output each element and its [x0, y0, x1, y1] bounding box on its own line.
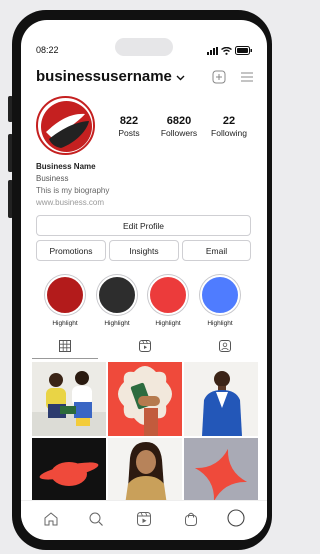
- highlight-label: Highlight: [155, 320, 181, 327]
- stat-value: 822: [119, 115, 139, 127]
- business-logo: [41, 101, 92, 152]
- chevron-down-icon[interactable]: [176, 75, 185, 81]
- grid-icon: [59, 340, 71, 352]
- profile-avatar-icon[interactable]: [227, 509, 245, 527]
- highlight-item[interactable]: Highlight: [44, 275, 86, 327]
- bottom-navigation: [21, 500, 267, 540]
- tab-reels[interactable]: [112, 340, 178, 358]
- highlight-label: Highlight: [52, 320, 78, 327]
- signal-icon: [207, 46, 218, 55]
- highlight-item[interactable]: Highlight: [96, 275, 138, 327]
- highlight-label: Highlight: [104, 320, 130, 327]
- post-image: [32, 362, 106, 436]
- reels-icon: [139, 340, 151, 352]
- highlight-cover: [45, 275, 85, 315]
- add-post-icon[interactable]: [212, 70, 226, 84]
- stat-value: 22: [222, 115, 236, 127]
- edit-profile-button[interactable]: Edit Profile: [36, 215, 251, 236]
- dynamic-island: [115, 38, 173, 56]
- profile-tabs: [32, 340, 258, 359]
- post-thumbnail[interactable]: [108, 362, 182, 436]
- post-thumbnail[interactable]: [184, 362, 258, 436]
- status-icons: [207, 46, 253, 55]
- stat-value: 6820: [166, 115, 192, 127]
- tab-tagged[interactable]: [192, 340, 258, 358]
- screen: 08:22 businessusername 822 Posts 6820 Fo…: [21, 20, 267, 540]
- email-button[interactable]: Email: [182, 240, 251, 261]
- stat-following[interactable]: 22 Following: [204, 115, 254, 138]
- promotions-button[interactable]: Promotions: [36, 240, 106, 261]
- stat-label: Following: [211, 128, 247, 138]
- active-tab-indicator: [32, 358, 98, 359]
- highlight-cover: [97, 275, 137, 315]
- battery-icon: [235, 46, 252, 55]
- bio-text: This is my biography: [36, 186, 110, 195]
- business-category: Business: [36, 174, 69, 183]
- username[interactable]: businessusername: [36, 68, 172, 85]
- stat-label: Posts: [118, 128, 140, 138]
- post-thumbnail[interactable]: [32, 362, 106, 436]
- tab-posts-grid[interactable]: [32, 340, 98, 359]
- highlight-item[interactable]: Highlight: [199, 275, 241, 327]
- bio: Business Name Business This is my biogra…: [36, 161, 109, 209]
- search-icon[interactable]: [88, 511, 104, 527]
- reels-icon[interactable]: [136, 511, 152, 527]
- highlight-cover: [200, 275, 240, 315]
- profile-header: businessusername: [36, 68, 254, 85]
- highlight-item[interactable]: Highlight: [147, 275, 189, 327]
- insights-button[interactable]: Insights: [109, 240, 179, 261]
- home-icon[interactable]: [43, 511, 59, 527]
- stat-label: Followers: [160, 128, 198, 138]
- status-time: 08:22: [36, 45, 59, 55]
- highlight-cover: [148, 275, 188, 315]
- avatar[interactable]: [36, 96, 95, 155]
- shopping-bag-icon[interactable]: [183, 511, 199, 527]
- post-image: [184, 362, 258, 436]
- stat-posts[interactable]: 822 Posts: [104, 115, 154, 138]
- business-name: Business Name: [36, 162, 96, 171]
- stat-followers[interactable]: 6820 Followers: [154, 115, 204, 138]
- menu-icon[interactable]: [240, 70, 254, 84]
- tagged-person-icon: [219, 340, 231, 352]
- bio-link[interactable]: www.business.com: [36, 197, 109, 209]
- posts-grid: [32, 362, 258, 512]
- profile-stats: 822 Posts 6820 Followers 22 Following: [104, 115, 254, 138]
- highlight-label: Highlight: [207, 320, 233, 327]
- post-image: [108, 362, 182, 436]
- wifi-icon: [221, 46, 232, 55]
